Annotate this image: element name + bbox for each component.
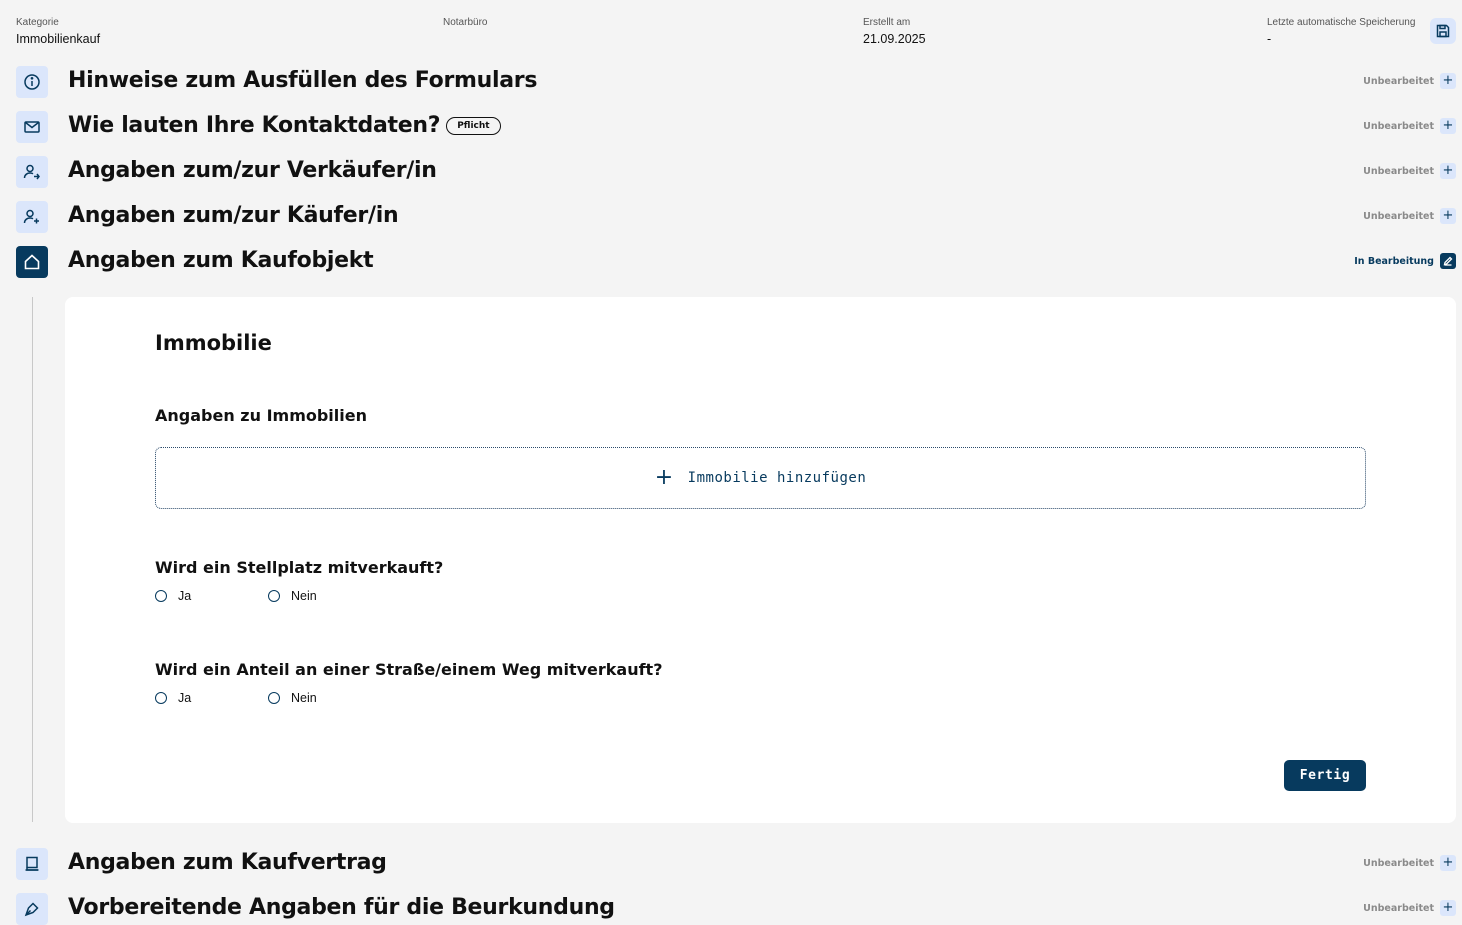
- form-heading: Immobilie: [155, 331, 272, 355]
- section-beurkundung[interactable]: Vorbereitende Angaben für die Beurkundun…: [16, 893, 1456, 925]
- radio-label: Nein: [291, 589, 317, 603]
- section-kaufobjekt[interactable]: Angaben zum Kaufobjekt In Bearbeitung: [16, 246, 1456, 278]
- pen-nib-icon: [16, 893, 48, 925]
- status-label: In Bearbeitung: [1354, 256, 1434, 267]
- add-immobilie-label: Immobilie hinzufügen: [687, 470, 867, 486]
- section-verkaeufer[interactable]: Angaben zum/zur Verkäufer/in Unbearbeite…: [16, 156, 1456, 188]
- radio-label: Ja: [178, 691, 192, 705]
- user-arrow-icon: [16, 156, 48, 188]
- kaufobjekt-form-card: Immobilie Angaben zu Immobilien + Immobi…: [65, 297, 1456, 823]
- status-label: Unbearbeitet: [1363, 858, 1434, 869]
- notarbuero-label: Notarbüro: [443, 17, 488, 28]
- expand-button[interactable]: +: [1440, 163, 1456, 179]
- erstellt-label: Erstellt am: [863, 17, 911, 28]
- status-label: Unbearbeitet: [1363, 76, 1434, 87]
- plus-icon: +: [1442, 208, 1454, 223]
- status-label: Unbearbeitet: [1363, 211, 1434, 222]
- radio-circle[interactable]: [268, 590, 280, 602]
- add-immobilie-button[interactable]: + Immobilie hinzufügen: [155, 447, 1366, 509]
- section-title: Angaben zum/zur Verkäufer/in: [68, 158, 437, 183]
- radio-label: Ja: [178, 589, 192, 603]
- stellplatz-radio-ja[interactable]: Ja: [155, 589, 191, 603]
- section-title: Vorbereitende Angaben für die Beurkundun…: [68, 895, 615, 920]
- floppy-disk-icon: [1436, 24, 1450, 38]
- section-title: Angaben zum/zur Käufer/in: [68, 203, 399, 228]
- expand-button[interactable]: +: [1440, 208, 1456, 224]
- expand-button[interactable]: +: [1440, 118, 1456, 134]
- meta-kategorie: Kategorie Immobilienkauf: [16, 16, 100, 46]
- save-button[interactable]: [1430, 18, 1456, 44]
- user-plus-icon: [16, 201, 48, 233]
- expand-button[interactable]: +: [1440, 900, 1456, 916]
- expand-button[interactable]: +: [1440, 855, 1456, 871]
- section-hinweise[interactable]: Hinweise zum Ausfüllen des Formulars Unb…: [16, 66, 1456, 98]
- radio-label: Nein: [291, 691, 317, 705]
- document-icon: [16, 848, 48, 880]
- status-label: Unbearbeitet: [1363, 121, 1434, 132]
- section-title: Angaben zum Kaufobjekt: [68, 248, 374, 273]
- fertig-button[interactable]: Fertig: [1284, 760, 1366, 791]
- section-connector-line: [32, 297, 33, 822]
- erstellt-value: 21.09.2025: [863, 32, 926, 46]
- section-kontaktdaten[interactable]: Wie lauten Ihre Kontaktdaten? Pflicht Unb…: [16, 111, 1456, 143]
- speicherung-value: -: [1267, 32, 1272, 46]
- section-title: Angaben zum Kaufvertrag: [68, 850, 387, 875]
- pflicht-badge: Pflicht: [446, 117, 501, 135]
- house-icon: [16, 246, 48, 278]
- kategorie-value: Immobilienkauf: [16, 32, 101, 46]
- section-title: Wie lauten Ihre Kontaktdaten? Pflicht: [68, 113, 501, 138]
- section-title: Hinweise zum Ausfüllen des Formulars: [68, 68, 538, 93]
- edit-button[interactable]: [1440, 253, 1456, 269]
- pencil-icon: [1443, 256, 1453, 266]
- radio-circle[interactable]: [268, 692, 280, 704]
- section-title-text: Wie lauten Ihre Kontaktdaten?: [68, 113, 441, 138]
- status-label: Unbearbeitet: [1363, 903, 1434, 914]
- envelope-icon: [16, 111, 48, 143]
- strassenanteil-radio-ja[interactable]: Ja: [155, 691, 191, 705]
- form-subheading: Angaben zu Immobilien: [155, 406, 367, 425]
- plus-icon: +: [1442, 900, 1454, 915]
- strassenanteil-radio-nein[interactable]: Nein: [268, 691, 317, 705]
- meta-erstellt: Erstellt am 21.09.2025: [863, 16, 926, 46]
- info-icon: [16, 66, 48, 98]
- section-kaufvertrag[interactable]: Angaben zum Kaufvertrag Unbearbeitet +: [16, 848, 1456, 880]
- meta-notarbuero: Notarbüro: [443, 16, 487, 29]
- radio-circle[interactable]: [155, 590, 167, 602]
- radio-circle[interactable]: [155, 692, 167, 704]
- status-label: Unbearbeitet: [1363, 166, 1434, 177]
- plus-icon: +: [1442, 163, 1454, 178]
- plus-icon: +: [1442, 118, 1454, 133]
- section-kaeufer[interactable]: Angaben zum/zur Käufer/in Unbearbeitet +: [16, 201, 1456, 233]
- kategorie-label: Kategorie: [16, 17, 59, 28]
- question-stellplatz: Wird ein Stellplatz mitverkauft?: [155, 558, 444, 577]
- plus-icon: +: [1442, 855, 1454, 870]
- speicherung-label: Letzte automatische Speicherung: [1267, 17, 1416, 28]
- stellplatz-radio-nein[interactable]: Nein: [268, 589, 317, 603]
- plus-icon: +: [654, 465, 674, 490]
- expand-button[interactable]: +: [1440, 73, 1456, 89]
- question-strassenanteil: Wird ein Anteil an einer Straße/einem We…: [155, 660, 663, 679]
- plus-icon: +: [1442, 73, 1454, 88]
- meta-speicherung: Letzte automatische Speicherung -: [1267, 16, 1415, 46]
